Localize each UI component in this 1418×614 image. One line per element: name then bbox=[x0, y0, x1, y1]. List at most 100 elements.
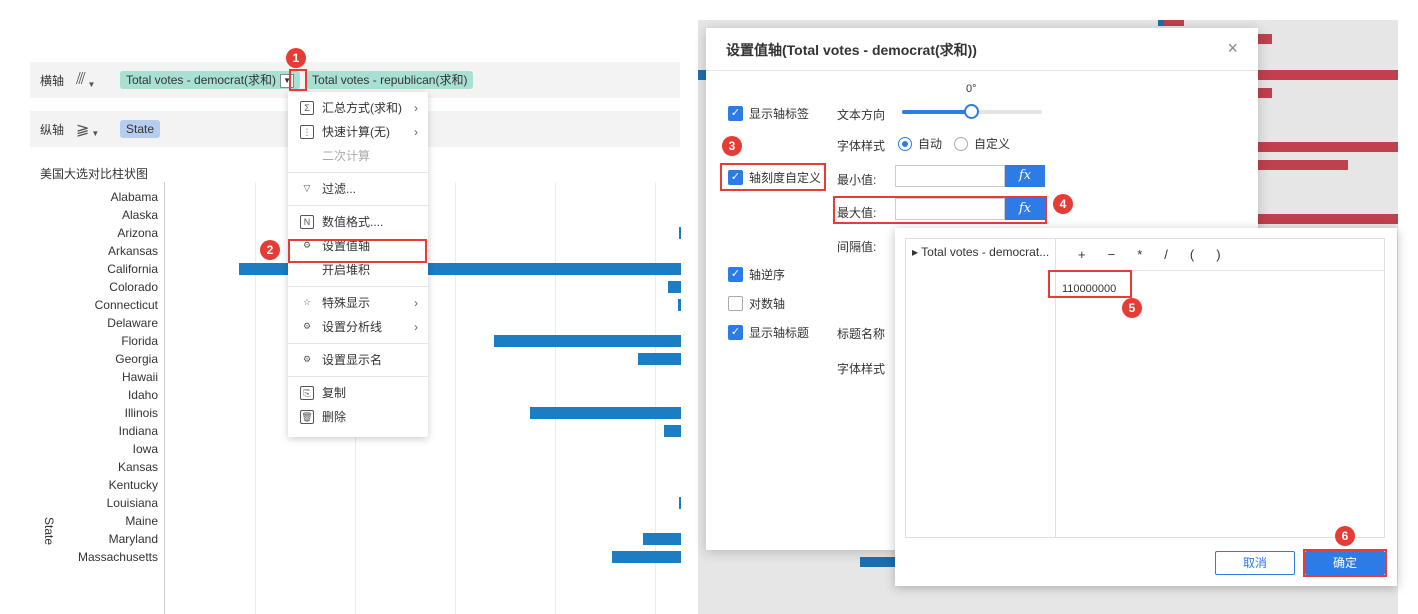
menu-item[interactable]: ⋮ 快速计算(无) › bbox=[288, 120, 428, 144]
highlight-expression bbox=[1048, 270, 1132, 298]
state-label: Colorado bbox=[109, 280, 158, 294]
state-label: Kansas bbox=[117, 460, 158, 474]
state-label: Illinois bbox=[124, 406, 158, 420]
menu-item-label: 二次计算 bbox=[322, 149, 371, 163]
text-direction-slider[interactable] bbox=[902, 104, 1042, 119]
auto-radio[interactable]: 自动 bbox=[898, 135, 942, 152]
bg-bar bbox=[1258, 214, 1398, 224]
menu-item[interactable]: ☆ 特殊显示 › bbox=[288, 291, 428, 315]
gridline bbox=[455, 182, 456, 614]
highlight-dropdown bbox=[289, 69, 307, 91]
state-label: Kentucky bbox=[108, 478, 158, 492]
checkbox-checked-icon: ✓ bbox=[728, 267, 743, 282]
slider-thumb[interactable] bbox=[964, 104, 979, 119]
menu-separator bbox=[288, 343, 428, 344]
state-label: Hawaii bbox=[121, 370, 158, 384]
copy-icon: ⎘ bbox=[300, 386, 314, 400]
font-style-label-2: 字体样式 bbox=[837, 362, 886, 376]
menu-item-label: 数值格式.... bbox=[322, 215, 384, 229]
bar-maryland bbox=[643, 533, 681, 545]
bg-bar bbox=[1258, 142, 1398, 152]
operator-button[interactable]: − bbox=[1108, 247, 1116, 262]
bg-bar bbox=[1258, 88, 1272, 98]
state-label: Arizona bbox=[117, 226, 158, 240]
menu-separator bbox=[288, 376, 428, 377]
state-label: Massachusetts bbox=[77, 550, 158, 564]
min-fx-button[interactable]: fx bbox=[1005, 165, 1045, 187]
min-value-input[interactable] bbox=[895, 165, 1005, 187]
state-label: Alaska bbox=[121, 208, 158, 222]
bg-bar bbox=[698, 70, 706, 80]
y-axis-title: State bbox=[42, 517, 56, 546]
show-axis-label-checkbox[interactable]: ✓ 显示轴标签 bbox=[728, 105, 809, 122]
sigma-icon: Σ bbox=[300, 101, 314, 115]
state-labels: Alabama Alaska Arizona Arkansas California Co… bbox=[30, 188, 158, 566]
bar-colorado bbox=[668, 281, 681, 293]
gridline bbox=[255, 182, 256, 614]
menu-item[interactable]: ⎘ 复制 bbox=[288, 381, 428, 405]
bar-illinois bbox=[530, 407, 681, 419]
bar-arizona bbox=[679, 227, 681, 239]
menu-item[interactable]: Σ 汇总方式(求和) › bbox=[288, 96, 428, 120]
close-icon[interactable]: × bbox=[1227, 38, 1238, 59]
chart-editor-panel: 横轴 ⫻ ▼ Total votes - democrat(求和) ▼ Total … bbox=[0, 0, 690, 614]
chevron-right-icon: › bbox=[414, 296, 418, 310]
horizontal-axis-type-icon[interactable]: ⫻ ▼ bbox=[76, 71, 120, 89]
vertical-axis-label: 纵轴 bbox=[40, 122, 65, 137]
field-item[interactable]: ▸ Total votes - democrat... bbox=[906, 239, 1055, 265]
reverse-axis-checkbox[interactable]: ✓ 轴逆序 bbox=[728, 266, 785, 283]
operator-button[interactable]: * bbox=[1137, 247, 1142, 262]
quick-calc-icon: ⋮ bbox=[300, 125, 314, 139]
pill-republican[interactable]: Total votes - republican(求和) bbox=[306, 71, 474, 89]
state-label: Delaware bbox=[107, 316, 158, 330]
interval-label: 间隔值: bbox=[837, 240, 877, 254]
pill-democrat[interactable]: Total votes - democrat(求和) ▼ bbox=[120, 71, 301, 89]
bar-connecticut bbox=[678, 299, 681, 311]
menu-separator bbox=[288, 172, 428, 173]
state-label: Iowa bbox=[132, 442, 158, 456]
operator-button[interactable]: + bbox=[1078, 247, 1086, 262]
highlight-ok bbox=[1303, 549, 1387, 577]
bg-bar bbox=[860, 557, 896, 567]
menu-item[interactable]: 🗑 删除 bbox=[288, 405, 428, 429]
log-axis-checkbox[interactable]: 对数轴 bbox=[728, 295, 785, 312]
bg-bar bbox=[1258, 70, 1398, 80]
divider bbox=[706, 70, 1258, 71]
pill-state[interactable]: State bbox=[120, 120, 161, 138]
bar-louisiana bbox=[679, 497, 681, 509]
menu-item[interactable]: ⚙ 设置分析线 › bbox=[288, 315, 428, 339]
menu-item: 二次计算 bbox=[288, 144, 428, 168]
state-label: Indiana bbox=[118, 424, 158, 438]
operator-button[interactable]: / bbox=[1164, 247, 1168, 262]
show-axis-title-checkbox[interactable]: ✓ 显示轴标题 bbox=[728, 324, 809, 341]
custom-radio[interactable]: 自定义 bbox=[954, 135, 1010, 152]
min-value-label: 最小值: bbox=[837, 173, 877, 187]
menu-item[interactable]: N 数值格式.... bbox=[288, 210, 428, 234]
gridline bbox=[655, 182, 656, 614]
slider-fill bbox=[902, 110, 972, 114]
operator-button[interactable]: ) bbox=[1216, 247, 1220, 262]
vertical-axis-type-icon[interactable]: ⫺ ▼ bbox=[76, 119, 120, 139]
horizontal-axis-label: 横轴 bbox=[40, 73, 65, 88]
chart-title: 美国大选对比柱状图 bbox=[40, 167, 149, 181]
min-value-field: fx bbox=[895, 165, 1045, 187]
radio-selected-icon bbox=[898, 136, 912, 151]
filter-icon: ▽ bbox=[303, 183, 311, 193]
menu-item[interactable]: ⚙ 设置显示名 bbox=[288, 348, 428, 372]
step-marker-4: 4 bbox=[1053, 194, 1073, 214]
title-name-label: 标题名称 bbox=[837, 327, 886, 341]
state-label: California bbox=[107, 262, 158, 276]
bar-indiana bbox=[664, 425, 681, 437]
menu-item-label: 设置显示名 bbox=[322, 353, 383, 367]
menu-item[interactable]: ▽ 过滤... bbox=[288, 177, 428, 201]
state-label: Florida bbox=[121, 334, 158, 348]
highlight-axis-custom bbox=[720, 163, 826, 191]
operator-button[interactable]: ( bbox=[1190, 247, 1194, 262]
cancel-button[interactable]: 取消 bbox=[1215, 551, 1295, 575]
step-marker-6: 6 bbox=[1335, 526, 1355, 546]
menu-item-label: 特殊显示 bbox=[322, 296, 371, 310]
bar-georgia bbox=[638, 353, 681, 365]
state-label: Idaho bbox=[127, 388, 158, 402]
font-style-label: 字体样式 bbox=[837, 139, 886, 153]
menu-item-label: 删除 bbox=[322, 410, 347, 424]
